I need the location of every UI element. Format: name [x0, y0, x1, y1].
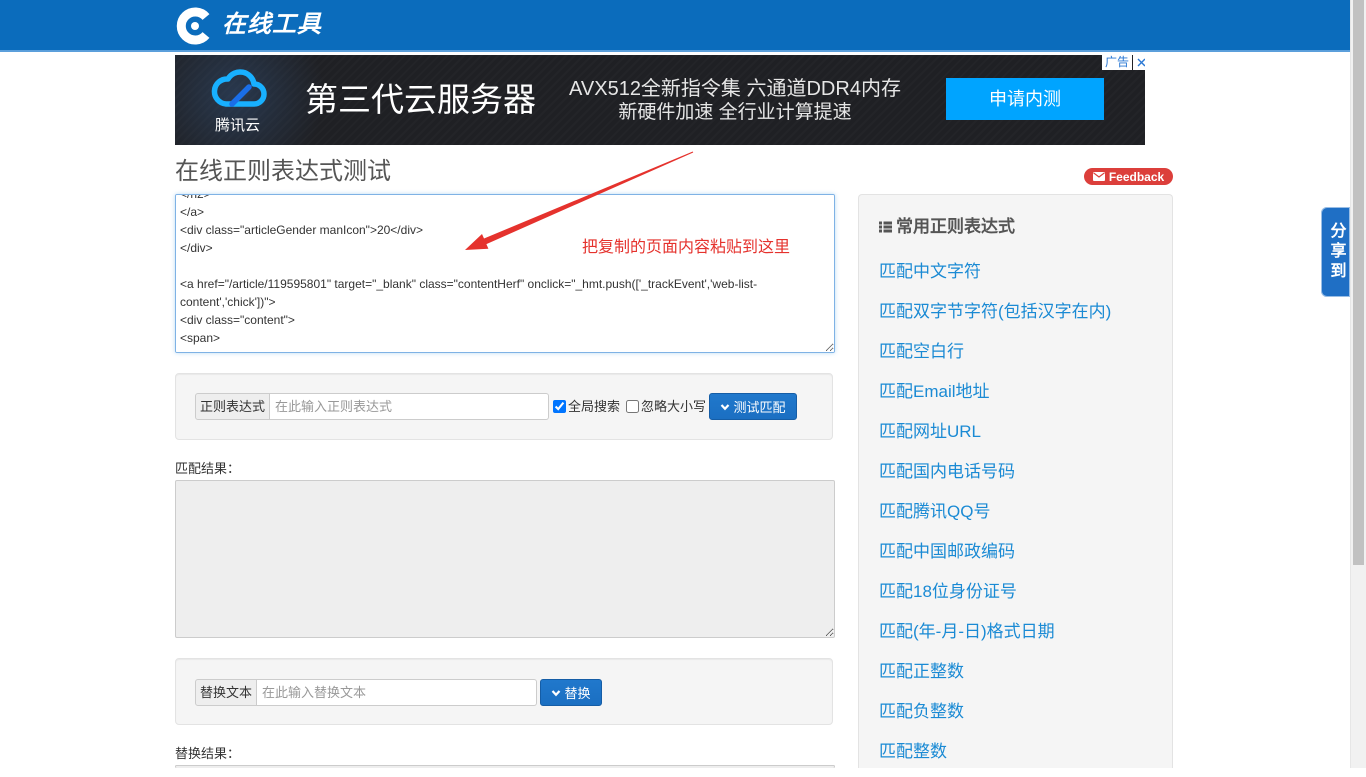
share-tab[interactable]: 分享到	[1321, 207, 1350, 297]
feedback-button[interactable]: Feedback	[1084, 168, 1173, 185]
list-item: 匹配国内电话号码	[879, 457, 1111, 487]
tencent-cloud-logo-icon	[211, 69, 267, 107]
site-name[interactable]: 在线工具	[222, 9, 322, 41]
site-header: 在线工具	[0, 0, 1350, 52]
replace-panel: 替换文本 替换	[175, 658, 833, 725]
regex-link-qq[interactable]: 匹配腾讯QQ号	[879, 502, 990, 521]
chevron-down-icon	[552, 689, 561, 696]
list-item: 匹配双字节字符(包括汉字在内)	[879, 297, 1111, 327]
page-title: 在线正则表达式测试	[175, 158, 391, 185]
replace-result-label: 替换结果：	[175, 746, 241, 761]
list-item: 匹配中文字符	[879, 257, 1111, 287]
regex-link-negative-int[interactable]: 匹配负整数	[879, 702, 964, 721]
regex-link-email[interactable]: 匹配Email地址	[879, 382, 990, 401]
regex-link-integer[interactable]: 匹配整数	[879, 742, 947, 761]
match-result-label: 匹配结果：	[175, 461, 241, 476]
match-result-textarea[interactable]	[175, 480, 835, 638]
list-item: 匹配18位身份证号	[879, 577, 1111, 607]
ignore-case-label[interactable]: 忽略大小写	[641, 393, 706, 420]
list-item: 匹配负整数	[879, 697, 1111, 727]
global-search-label[interactable]: 全局搜索	[568, 393, 620, 420]
ad-line-1: AVX512全新指令集 六通道DDR4内存	[569, 78, 901, 100]
regex-link-chinese[interactable]: 匹配中文字符	[879, 262, 981, 281]
list-item: 匹配(年-月-日)格式日期	[879, 617, 1111, 647]
test-match-label: 测试匹配	[733, 400, 786, 415]
replace-input[interactable]	[257, 679, 537, 706]
logo-c-icon[interactable]	[175, 6, 215, 46]
list-icon	[879, 221, 892, 233]
replace-input-group: 替换文本 替换	[176, 679, 832, 706]
list-item: 匹配腾讯QQ号	[879, 497, 1111, 527]
sidebar-heading-text: 常用正则表达式	[896, 217, 1015, 236]
regex-link-url[interactable]: 匹配网址URL	[879, 422, 981, 441]
regex-input-group: 正则表达式 全局搜索 忽略大小写 测试匹配	[176, 393, 832, 420]
source-textarea[interactable]: </h2> </a> <div class="articleGender man…	[175, 194, 835, 353]
replace-addon-label: 替换文本	[195, 679, 257, 706]
ad-tag-label[interactable]: 广告	[1102, 55, 1133, 70]
ad-line-2: 新硬件加速 全行业计算提速	[618, 102, 852, 123]
page-scrollbar-thumb[interactable]	[1353, 0, 1364, 565]
list-item: 匹配网址URL	[879, 417, 1111, 447]
annotation-text: 把复制的页面内容粘贴到这里	[582, 239, 791, 256]
sidebar-heading: 常用正则表达式	[879, 216, 1015, 238]
ad-apply-button[interactable]: 申请内测	[946, 78, 1104, 120]
replace-button[interactable]: 替换	[540, 679, 602, 706]
feedback-label: Feedback	[1108, 169, 1165, 184]
global-search-checkbox[interactable]	[553, 400, 566, 413]
common-regex-list: 匹配中文字符 匹配双字节字符(包括汉字在内) 匹配空白行 匹配Email地址 匹…	[879, 257, 1111, 777]
ad-brand-name: 腾讯云	[215, 117, 261, 134]
regex-link-date[interactable]: 匹配(年-月-日)格式日期	[879, 622, 1055, 641]
list-item: 匹配Email地址	[879, 377, 1111, 407]
regex-link-positive-int[interactable]: 匹配正整数	[879, 662, 964, 681]
list-item: 匹配空白行	[879, 337, 1111, 367]
ad-tag: 广告	[1102, 55, 1145, 70]
regex-link-blank-line[interactable]: 匹配空白行	[879, 342, 964, 361]
common-regex-sidebar: 常用正则表达式 匹配中文字符 匹配双字节字符(包括汉字在内) 匹配空白行 匹配E…	[858, 194, 1173, 768]
regex-link-postcode[interactable]: 匹配中国邮政编码	[879, 542, 1015, 561]
regex-addon-label: 正则表达式	[195, 393, 270, 420]
ad-close-glyph	[1137, 58, 1145, 67]
test-match-button[interactable]: 测试匹配	[709, 393, 797, 420]
close-icon[interactable]	[1133, 55, 1145, 70]
ad-description: AVX512全新指令集 六通道DDR4内存 新硬件加速 全行业计算提速	[565, 77, 905, 125]
regex-link-phone[interactable]: 匹配国内电话号码	[879, 462, 1015, 481]
ad-headline: 第三代云服务器	[305, 81, 536, 118]
list-item: 匹配中国邮政编码	[879, 537, 1111, 567]
share-label: 分享到	[1327, 222, 1345, 282]
envelope-icon	[1092, 172, 1105, 181]
regex-link-id-card[interactable]: 匹配18位身份证号	[879, 582, 1017, 601]
chevron-down-icon	[721, 403, 730, 410]
regex-panel: 正则表达式 全局搜索 忽略大小写 测试匹配	[175, 373, 833, 440]
list-item: 匹配整数	[879, 737, 1111, 767]
ignore-case-checkbox[interactable]	[626, 400, 639, 413]
replace-button-label: 替换	[564, 686, 591, 701]
list-item: 匹配正整数	[879, 657, 1111, 687]
ad-banner[interactable]: 腾讯云 第三代云服务器 AVX512全新指令集 六通道DDR4内存 新硬件加速 …	[175, 55, 1145, 145]
regex-link-double-byte[interactable]: 匹配双字节字符(包括汉字在内)	[879, 302, 1111, 321]
page-scrollbar[interactable]	[1350, 0, 1366, 768]
regex-input[interactable]	[270, 393, 549, 420]
